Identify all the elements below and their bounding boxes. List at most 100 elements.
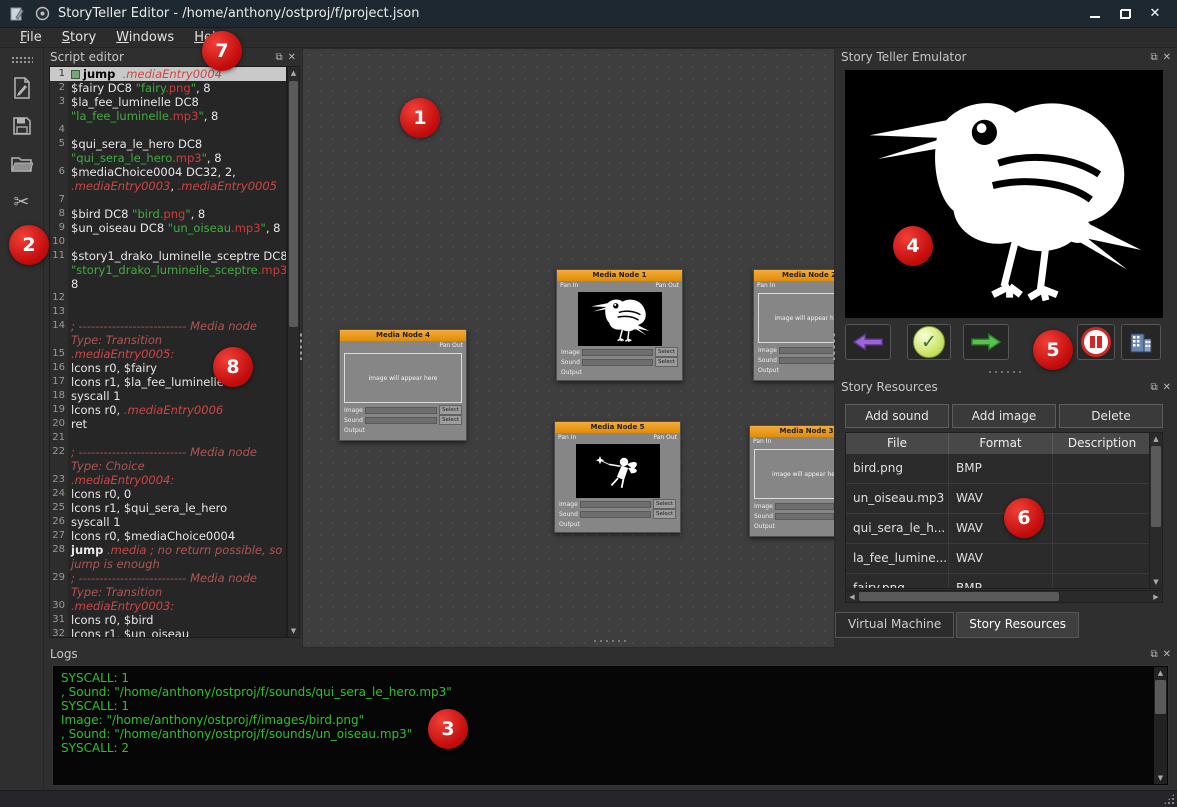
confirm-button[interactable] xyxy=(907,324,951,360)
code-row[interactable]: 32lcons r1, $un_oiseau xyxy=(50,627,286,638)
select-button[interactable]: Select xyxy=(655,347,678,357)
resource-row[interactable]: qui_sera_le_h...WAV xyxy=(846,514,1151,544)
input-port[interactable]: Pan In xyxy=(558,434,576,442)
column-header[interactable]: Description xyxy=(1053,433,1151,454)
add-sound-button[interactable]: Add sound xyxy=(845,404,949,428)
output-port[interactable]: Pan Out xyxy=(655,282,679,290)
code-row[interactable]: 11$story1_drako_luminelle_sceptre DC8 xyxy=(50,249,286,263)
resize-grip[interactable] xyxy=(1163,793,1175,805)
code-row[interactable]: 24lcons r0, 0 xyxy=(50,487,286,501)
code-row[interactable]: 27lcons r0, $mediaChoice0004 xyxy=(50,529,286,543)
delete-button[interactable]: Delete xyxy=(1059,404,1163,428)
scroll-up-icon[interactable] xyxy=(1150,433,1162,445)
select-button[interactable]: Select xyxy=(655,357,678,367)
splitter-emulator[interactable] xyxy=(987,370,1023,374)
scrollbar-thumb[interactable] xyxy=(859,592,1059,601)
code-row[interactable]: 8$bird DC8 "bird.png", 8 xyxy=(50,207,286,221)
code-row[interactable]: 14; -------------------------- Media nod… xyxy=(50,319,286,333)
node-canvas[interactable]: Media Node 4Pan Outimage will appear her… xyxy=(302,48,835,648)
code-row[interactable]: Type: Choice xyxy=(50,459,286,473)
pause-button[interactable] xyxy=(1077,324,1115,360)
back-button[interactable] xyxy=(845,324,891,360)
menu-story[interactable]: Story xyxy=(52,29,106,46)
resource-row[interactable]: fairy.pngBMP xyxy=(846,574,1151,589)
home-button[interactable] xyxy=(1121,324,1161,360)
code-row[interactable]: 18syscall 1 xyxy=(50,389,286,403)
output-port[interactable]: Pan Out xyxy=(653,434,677,442)
code-row[interactable]: 2$fairy DC8 "fairy.png", 8 xyxy=(50,81,286,95)
code-row[interactable]: "la_fee_luminelle.mp3", 8 xyxy=(50,109,286,123)
table-vscrollbar[interactable] xyxy=(1149,433,1162,588)
code-row[interactable]: 12 xyxy=(50,291,286,305)
output-port[interactable]: Pan Out xyxy=(439,342,463,350)
input-port[interactable]: Pan In xyxy=(757,282,775,290)
node-field[interactable] xyxy=(365,407,437,414)
close-panel-icon[interactable] xyxy=(1163,382,1171,393)
scroll-down-icon[interactable] xyxy=(1150,576,1162,588)
node-field[interactable] xyxy=(775,513,834,520)
code-row[interactable]: 5$qui_sera_le_hero DC8 xyxy=(50,137,286,151)
resource-row[interactable]: bird.pngBMP xyxy=(846,454,1151,484)
toolbar-grip[interactable] xyxy=(11,56,33,64)
scroll-down-icon[interactable] xyxy=(1154,772,1167,784)
code-row[interactable]: 25lcons r1, $qui_sera_le_hero xyxy=(50,501,286,515)
splitter-left[interactable] xyxy=(299,332,303,360)
code-row[interactable]: 30.mediaEntry0003: xyxy=(50,599,286,613)
input-port[interactable]: Pan In xyxy=(753,438,771,446)
code-row[interactable]: 26syscall 1 xyxy=(50,515,286,529)
code-row[interactable]: Type: Transition xyxy=(50,333,286,347)
code-row[interactable]: 4 xyxy=(50,123,286,137)
scroll-left-icon[interactable] xyxy=(846,591,858,603)
code-row[interactable]: 6$mediaChoice0004 DC32, 2, xyxy=(50,165,286,179)
scroll-right-icon[interactable] xyxy=(1150,591,1162,603)
script-editor-titlebar[interactable]: Script editor xyxy=(44,48,302,66)
node-field[interactable] xyxy=(582,359,653,366)
code-row[interactable]: 22; -------------------------- Media nod… xyxy=(50,445,286,459)
media-node[interactable]: Media Node 1Pan InPan OutImageSelectSoun… xyxy=(556,269,683,381)
node-field[interactable] xyxy=(365,417,437,424)
code-row[interactable]: 1jump .mediaEntry0004 xyxy=(50,67,286,81)
code-row[interactable]: 20ret xyxy=(50,417,286,431)
code-row[interactable]: .mediaEntry0003, .mediaEntry0005 xyxy=(50,179,286,193)
table-hscrollbar[interactable] xyxy=(845,590,1163,603)
open-button[interactable] xyxy=(7,150,37,178)
menu-windows[interactable]: Windows xyxy=(106,29,184,46)
code-row[interactable]: 23.mediaEntry0004: xyxy=(50,473,286,487)
media-node[interactable]: Media Node 2Pan Inimage will appear here… xyxy=(753,269,835,381)
code-row[interactable]: "qui_sera_le_hero.mp3", 8 xyxy=(50,151,286,165)
media-node[interactable]: Media Node 5Pan InPan OutImageSelectSoun… xyxy=(554,421,681,533)
select-button[interactable]: Select xyxy=(439,405,462,415)
code-row[interactable]: 7 xyxy=(50,193,286,207)
select-button[interactable]: Select xyxy=(439,415,462,425)
select-button[interactable]: Select xyxy=(653,509,676,519)
column-header[interactable]: File xyxy=(846,433,949,454)
maximize-button[interactable] xyxy=(1111,3,1139,25)
node-field[interactable] xyxy=(775,503,834,510)
node-field[interactable] xyxy=(582,349,653,356)
close-panel-icon[interactable] xyxy=(1163,52,1171,63)
scroll-down-icon[interactable] xyxy=(288,625,299,637)
code-row[interactable]: Type: Transition xyxy=(50,585,286,599)
code-row[interactable]: 8 xyxy=(50,277,286,291)
float-panel-icon[interactable] xyxy=(1150,382,1157,393)
code-row[interactable]: 31lcons r0, $bird xyxy=(50,613,286,627)
resource-row[interactable]: un_oiseau.mp3WAV xyxy=(846,484,1151,514)
minimize-button[interactable] xyxy=(1081,3,1109,25)
code-row[interactable]: jump is enough xyxy=(50,557,286,571)
tab-story-resources[interactable]: Story Resources xyxy=(956,612,1079,638)
save-button[interactable] xyxy=(7,112,37,140)
node-field[interactable] xyxy=(580,501,651,508)
code-row[interactable]: 29; -------------------------- Media nod… xyxy=(50,571,286,585)
scrollbar-thumb[interactable] xyxy=(1155,680,1166,714)
menu-file[interactable]: File xyxy=(10,29,52,46)
code-row[interactable]: 28jump .media ; no return possible, so a xyxy=(50,543,286,557)
titlebar[interactable]: StoryTeller Editor - /home/anthony/ostpr… xyxy=(0,0,1177,28)
media-node[interactable]: Media Node 3Pan Inimage will appear here… xyxy=(749,425,835,537)
resource-table[interactable]: FileFormatDescription bird.pngBMPun_oise… xyxy=(845,432,1163,589)
float-panel-icon[interactable] xyxy=(1150,52,1157,63)
add-image-button[interactable]: Add image xyxy=(952,404,1056,428)
select-button[interactable]: Select xyxy=(653,499,676,509)
code-row[interactable]: 19lcons r0, .mediaEntry0006 xyxy=(50,403,286,417)
code-editor[interactable]: 1jump .mediaEntry00042$fairy DC8 "fairy.… xyxy=(49,66,287,638)
logs-titlebar[interactable]: Logs xyxy=(44,645,1177,663)
